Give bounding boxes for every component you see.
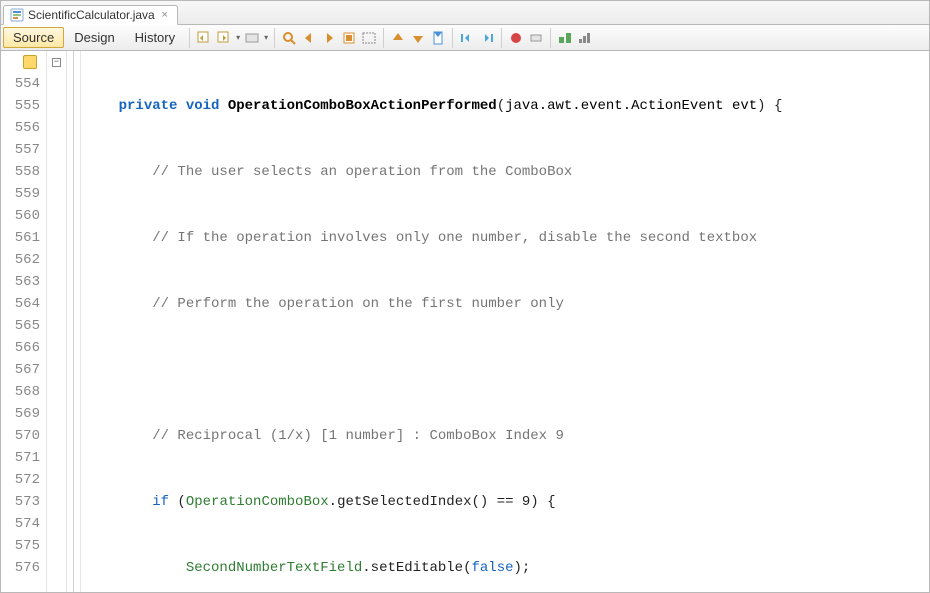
line-number: 565	[1, 315, 40, 337]
code-line: private void OperationComboBoxActionPerf…	[85, 95, 929, 117]
code-line: // The user selects an operation from th…	[85, 161, 929, 183]
code-line	[85, 359, 929, 381]
line-number: 556	[1, 117, 40, 139]
line-number: 575	[1, 535, 40, 557]
separator	[189, 28, 190, 48]
line-number: 563	[1, 271, 40, 293]
line-number: 555	[1, 95, 40, 117]
separator	[452, 28, 453, 48]
line-number: 557	[1, 139, 40, 161]
java-file-icon	[10, 8, 24, 22]
line-number: 573	[1, 491, 40, 513]
line-number: 566	[1, 337, 40, 359]
editor-tabbar: ScientificCalculator.java ×	[1, 1, 929, 25]
subtab-history[interactable]: History	[125, 27, 185, 48]
line-number: 571	[1, 447, 40, 469]
find-next-icon[interactable]	[320, 29, 338, 47]
shift-left-icon[interactable]	[458, 29, 476, 47]
toggle-rect-select-icon[interactable]	[360, 29, 378, 47]
close-tab-icon[interactable]: ×	[159, 9, 171, 21]
code-line: SecondNumberTextField.setEditable(false)…	[85, 557, 929, 579]
line-number: 554	[1, 73, 40, 95]
separator	[501, 28, 502, 48]
separator	[274, 28, 275, 48]
toggle-bookmark2-icon[interactable]	[429, 29, 447, 47]
line-number: 558	[1, 161, 40, 183]
code-editor[interactable]: 554 555 556 557 558 559 560 561 562 563 …	[1, 51, 929, 592]
prev-bookmark-icon[interactable]	[389, 29, 407, 47]
macro-record-icon[interactable]	[507, 29, 525, 47]
code-line: if (OperationComboBox.getSelectedIndex()…	[85, 491, 929, 513]
file-tab-label: ScientificCalculator.java	[28, 8, 155, 22]
line-number: 560	[1, 205, 40, 227]
fold-toggle-icon[interactable]: −	[52, 58, 61, 67]
gutter-warning-icon[interactable]	[1, 51, 40, 73]
line-number-gutter: 554 555 556 557 558 559 560 561 562 563 …	[1, 51, 47, 592]
line-number: 562	[1, 249, 40, 271]
line-number: 570	[1, 425, 40, 447]
macro-play-icon[interactable]	[527, 29, 545, 47]
nav-dropdown-icon[interactable]: ▾	[234, 33, 242, 42]
code-line: // If the operation involves only one nu…	[85, 227, 929, 249]
line-number: 567	[1, 359, 40, 381]
line-number: 569	[1, 403, 40, 425]
subtab-design[interactable]: Design	[64, 27, 124, 48]
line-number: 568	[1, 381, 40, 403]
separator	[383, 28, 384, 48]
next-bookmark-icon[interactable]	[409, 29, 427, 47]
toggle-dropdown-icon[interactable]: ▾	[262, 33, 270, 42]
code-area[interactable]: private void OperationComboBoxActionPerf…	[81, 51, 929, 592]
uncomment-icon[interactable]	[576, 29, 594, 47]
toggle-highlight-icon[interactable]	[243, 29, 261, 47]
line-number: 574	[1, 513, 40, 535]
line-number: 576	[1, 557, 40, 579]
line-number: 564	[1, 293, 40, 315]
separator	[550, 28, 551, 48]
line-number: 559	[1, 183, 40, 205]
code-line: // Perform the operation on the first nu…	[85, 293, 929, 315]
editor-subbar: Source Design History ▾ ▾	[1, 25, 929, 51]
toggle-bookmark-icon[interactable]	[340, 29, 358, 47]
line-number: 561	[1, 227, 40, 249]
last-edit-icon[interactable]	[195, 29, 213, 47]
forward-icon[interactable]	[215, 29, 233, 47]
fold-gutter: −	[47, 51, 67, 592]
shift-right-icon[interactable]	[478, 29, 496, 47]
comment-icon[interactable]	[556, 29, 574, 47]
file-tab[interactable]: ScientificCalculator.java ×	[3, 5, 178, 25]
find-prev-icon[interactable]	[300, 29, 318, 47]
line-number: 572	[1, 469, 40, 491]
find-selection-icon[interactable]	[280, 29, 298, 47]
fold-guide	[67, 51, 81, 592]
code-line: // Reciprocal (1/x) [1 number] : ComboBo…	[85, 425, 929, 447]
subtab-source[interactable]: Source	[3, 27, 64, 48]
